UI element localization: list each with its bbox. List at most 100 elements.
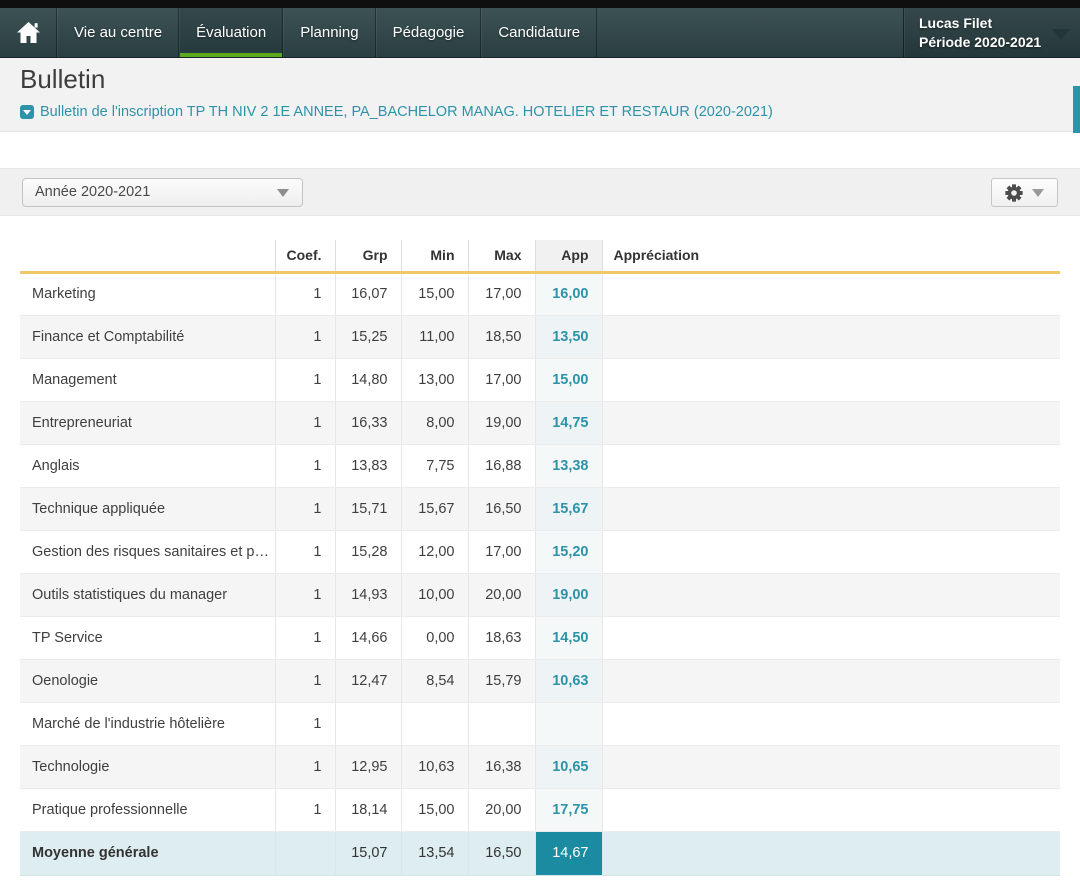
nav-tab-label: Candidature bbox=[498, 24, 580, 41]
coef-cell: 1 bbox=[275, 315, 335, 358]
subject-cell: Entrepreneuriat bbox=[20, 401, 275, 444]
year-select[interactable]: Année 2020-2021 bbox=[22, 178, 303, 207]
home-icon bbox=[16, 21, 41, 44]
table-row: TP Service 1 14,66 0,00 18,63 14,50 bbox=[20, 616, 1060, 659]
max-cell: 18,50 bbox=[468, 315, 535, 358]
table-row: Marché de l'industrie hôtelière 1 bbox=[20, 702, 1060, 745]
max-cell: 20,00 bbox=[468, 788, 535, 831]
settings-button[interactable] bbox=[991, 178, 1058, 207]
grades-table: Coef. Grp Min Max App Appréciation Marke… bbox=[20, 240, 1060, 876]
appreciation-cell bbox=[602, 659, 1060, 702]
min-cell: 15,00 bbox=[401, 788, 468, 831]
grp-cell: 15,25 bbox=[335, 315, 401, 358]
appreciation-cell bbox=[602, 788, 1060, 831]
table-row: Outils statistiques du manager 1 14,93 1… bbox=[20, 573, 1060, 616]
table-row: Management 1 14,80 13,00 17,00 15,00 bbox=[20, 358, 1060, 401]
year-select-value: Année 2020-2021 bbox=[35, 184, 150, 200]
coef-cell: 1 bbox=[275, 616, 335, 659]
app-cell: 10,63 bbox=[535, 659, 602, 702]
nav-tab-vie-au-centre[interactable]: Vie au centre bbox=[57, 8, 179, 57]
header-appreciation: Appréciation bbox=[602, 240, 1060, 272]
min-cell: 13,00 bbox=[401, 358, 468, 401]
min-cell: 10,63 bbox=[401, 745, 468, 788]
subject-cell: TP Service bbox=[20, 616, 275, 659]
page-title: Bulletin bbox=[20, 64, 105, 95]
header-max: Max bbox=[468, 240, 535, 272]
table-row: Oenologie 1 12,47 8,54 15,79 10,63 bbox=[20, 659, 1060, 702]
subject-cell: Technique appliquée bbox=[20, 487, 275, 530]
nav-tab-candidature[interactable]: Candidature bbox=[481, 8, 597, 57]
min-cell: 10,00 bbox=[401, 573, 468, 616]
nav-tab-evaluation[interactable]: Évaluation bbox=[179, 8, 283, 57]
table-row: Anglais 1 13,83 7,75 16,88 13,38 bbox=[20, 444, 1060, 487]
appreciation-cell bbox=[602, 487, 1060, 530]
min-cell: 0,00 bbox=[401, 616, 468, 659]
app-cell: 17,75 bbox=[535, 788, 602, 831]
min-cell: 8,00 bbox=[401, 401, 468, 444]
max-cell: 19,00 bbox=[468, 401, 535, 444]
page-header-band: Bulletin Bulletin de l'inscription TP TH… bbox=[0, 58, 1080, 132]
coef-cell: 1 bbox=[275, 530, 335, 573]
max-cell: 20,00 bbox=[468, 573, 535, 616]
appreciation-cell bbox=[602, 745, 1060, 788]
appreciation-cell bbox=[602, 272, 1060, 315]
max-cell: 16,50 bbox=[468, 487, 535, 530]
chevron-down-icon bbox=[1032, 189, 1044, 197]
table-row: Finance et Comptabilité 1 15,25 11,00 18… bbox=[20, 315, 1060, 358]
gear-icon bbox=[1005, 184, 1023, 202]
home-tab[interactable] bbox=[0, 8, 57, 57]
nav-tab-label: Planning bbox=[300, 24, 358, 41]
app-cell: 19,00 bbox=[535, 573, 602, 616]
appreciation-cell bbox=[602, 401, 1060, 444]
grp-cell: 18,14 bbox=[335, 788, 401, 831]
bulletin-subtitle-link[interactable]: Bulletin de l'inscription TP TH NIV 2 1E… bbox=[20, 104, 773, 120]
nav-tab-planning[interactable]: Planning bbox=[283, 8, 375, 57]
appreciation-cell bbox=[602, 831, 1060, 875]
subject-cell: Oenologie bbox=[20, 659, 275, 702]
grp-cell: 13,83 bbox=[335, 444, 401, 487]
coef-cell: 1 bbox=[275, 745, 335, 788]
user-period: Période 2020-2021 bbox=[919, 33, 1046, 52]
grp-cell: 14,80 bbox=[335, 358, 401, 401]
dropdown-badge-icon bbox=[20, 105, 34, 119]
coef-cell: 1 bbox=[275, 487, 335, 530]
header-subject bbox=[20, 240, 275, 272]
coef-cell: 1 bbox=[275, 788, 335, 831]
appreciation-cell bbox=[602, 702, 1060, 745]
app-cell: 14,75 bbox=[535, 401, 602, 444]
subject-cell: Outils statistiques du manager bbox=[20, 573, 275, 616]
min-cell: 8,54 bbox=[401, 659, 468, 702]
table-row: Gestion des risques sanitaires et p… 1 1… bbox=[20, 530, 1060, 573]
coef-cell bbox=[275, 831, 335, 875]
subject-cell: Marketing bbox=[20, 272, 275, 315]
nav-tab-label: Évaluation bbox=[196, 24, 266, 41]
table-row: Marketing 1 16,07 15,00 17,00 16,00 bbox=[20, 272, 1060, 315]
header-app: App bbox=[535, 240, 602, 272]
max-cell: 16,38 bbox=[468, 745, 535, 788]
coef-cell: 1 bbox=[275, 358, 335, 401]
coef-cell: 1 bbox=[275, 401, 335, 444]
grp-cell bbox=[335, 702, 401, 745]
coef-cell: 1 bbox=[275, 272, 335, 315]
header-min: Min bbox=[401, 240, 468, 272]
table-row: Entrepreneuriat 1 16,33 8,00 19,00 14,75 bbox=[20, 401, 1060, 444]
app-cell: 15,67 bbox=[535, 487, 602, 530]
coef-cell: 1 bbox=[275, 659, 335, 702]
subject-cell: Gestion des risques sanitaires et p… bbox=[20, 530, 275, 573]
max-cell: 17,00 bbox=[468, 530, 535, 573]
appreciation-cell bbox=[602, 530, 1060, 573]
table-header-row: Coef. Grp Min Max App Appréciation bbox=[20, 240, 1060, 272]
max-cell: 18,63 bbox=[468, 616, 535, 659]
max-cell: 16,88 bbox=[468, 444, 535, 487]
grp-cell: 15,28 bbox=[335, 530, 401, 573]
grp-cell: 12,47 bbox=[335, 659, 401, 702]
coef-cell: 1 bbox=[275, 702, 335, 745]
app-cell: 10,65 bbox=[535, 745, 602, 788]
appreciation-cell bbox=[602, 616, 1060, 659]
min-cell bbox=[401, 702, 468, 745]
user-period-selector[interactable]: Lucas Filet Période 2020-2021 bbox=[903, 8, 1080, 57]
grp-cell: 14,66 bbox=[335, 616, 401, 659]
nav-tab-pedagogie[interactable]: Pédagogie bbox=[376, 8, 482, 57]
subject-cell: Anglais bbox=[20, 444, 275, 487]
max-cell: 16,50 bbox=[468, 831, 535, 875]
